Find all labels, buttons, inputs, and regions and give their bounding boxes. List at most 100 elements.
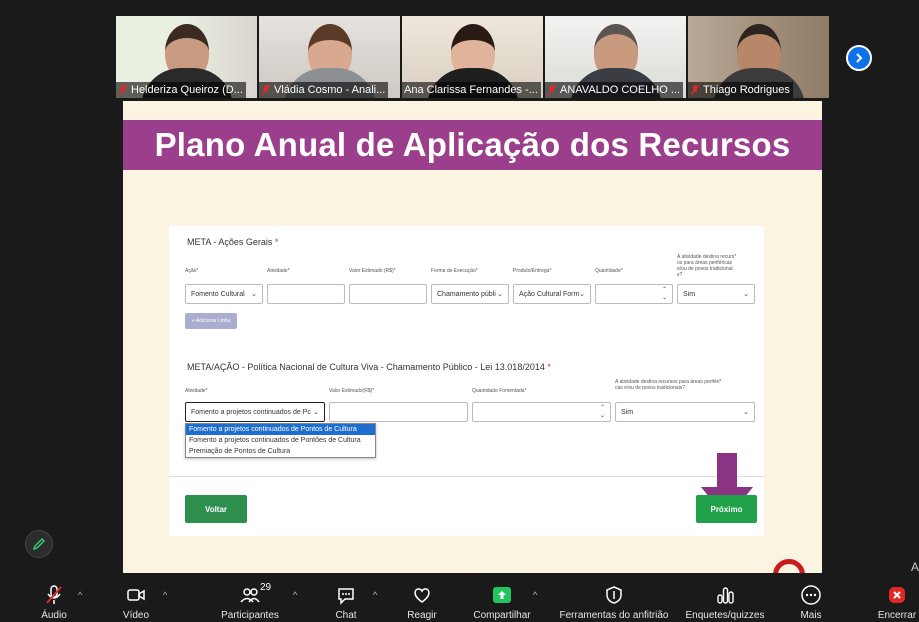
share-screen-button[interactable]: Compartilhar	[470, 578, 534, 622]
chat-button[interactable]: Chat	[328, 578, 364, 622]
section-meta-acoes-gerais-title: META - Ações Gerais *	[187, 237, 279, 247]
slide-title-bar: Plano Anual de Aplicação dos Recursos	[123, 120, 822, 170]
section-cultura-viva-title: META/AÇÃO - Política Nacional de Cultura…	[187, 362, 551, 372]
video-label: Vídeo	[122, 610, 150, 621]
label-produto-entrega: Produto/Entrega*	[513, 268, 552, 274]
dropdown-option[interactable]: Fomento a projetos continuados de Pontos…	[186, 424, 375, 435]
more-dots-icon	[801, 585, 821, 605]
participant-tile-active-speaker[interactable]: Ana Clarissa Fernandes -...	[402, 16, 543, 98]
chevron-down-icon: ⌄	[251, 291, 257, 298]
participant-name: Ana Clarissa Fernandes -...	[404, 84, 538, 96]
mic-muted-icon	[690, 84, 700, 95]
chat-label: Chat	[335, 610, 357, 621]
label-atividade-2: Atividade*	[185, 388, 208, 394]
participant-tile[interactable]: Thiago Rodrigues	[688, 16, 829, 98]
atividade-select-open[interactable]: Fomento a projetos continuados de Pc ⌄	[185, 402, 325, 422]
participant-name: ANAVALDO COELHO ...	[560, 84, 681, 96]
dropdown-option[interactable]: Premiação de Pontos de Cultura	[186, 446, 375, 457]
destina-recursos-select[interactable]: Sim ⌄	[677, 284, 755, 304]
annotate-button[interactable]	[25, 530, 53, 558]
participants-options-caret-icon[interactable]: ^	[293, 590, 297, 600]
label-valor-estimado: Valor Estimado (R$)*	[349, 268, 396, 274]
chevron-down-icon: ⌄	[497, 291, 503, 298]
slide-title: Plano Anual de Aplicação dos Recursos	[154, 126, 791, 163]
share-label: Compartilhar	[473, 610, 531, 621]
chevron-down-icon: ⌄	[579, 291, 585, 298]
mic-muted-icon	[261, 84, 271, 95]
quantidade-stepper[interactable]: ⌃ ⌄	[595, 284, 673, 304]
label-forma-execucao: Forma de Execução*	[431, 268, 478, 274]
microphone-muted-icon	[46, 585, 62, 604]
participants-icon	[240, 588, 260, 603]
participant-name-bar: Thiago Rodrigues	[688, 82, 793, 98]
meeting-window: { "participants": [ {"name": "Helderiza …	[0, 0, 919, 622]
host-tools-button[interactable]: Ferramentas do anfitrião	[553, 578, 675, 622]
more-button[interactable]: Mais	[795, 578, 827, 622]
poll-chart-icon	[717, 587, 734, 604]
end-label: Encerrar	[877, 610, 917, 621]
add-line-button[interactable]: + Adicionar Linha	[185, 313, 237, 329]
destina-recursos-select-2[interactable]: Sim ⌄	[615, 402, 755, 422]
participant-name-bar: Helderiza Queiroz (D...	[116, 82, 246, 98]
back-button[interactable]: Voltar	[185, 495, 247, 523]
chat-bubble-icon	[338, 588, 354, 605]
video-camera-icon	[127, 589, 145, 601]
produto-entrega-select[interactable]: Ação Cultural Form ⌄	[513, 284, 591, 304]
quantidade-fomentada-stepper[interactable]: ⌃ ⌄	[472, 402, 611, 422]
stepper-arrows-icon: ⌃ ⌄	[661, 287, 667, 301]
participant-name-bar: ANAVALDO COELHO ...	[545, 82, 684, 98]
form-card: META - Ações Gerais * Ação* Atividade* V…	[169, 226, 764, 536]
label-destina-recursos-2: A atividade destina recursos para áreas …	[615, 379, 722, 391]
shield-icon	[606, 586, 622, 604]
participant-tile[interactable]: Vládia Cosmo - Anali...	[259, 16, 400, 98]
participant-tile[interactable]: ANAVALDO COELHO ...	[545, 16, 686, 98]
label-quantidade: Quantidade*	[595, 268, 623, 274]
acao-select[interactable]: Fomento Cultural ⌄	[185, 284, 263, 304]
audio-button[interactable]: Áudio	[34, 578, 74, 622]
video-button[interactable]: Vídeo	[116, 578, 156, 622]
stepper-arrows-icon: ⌃ ⌄	[599, 405, 605, 419]
mic-muted-icon	[118, 84, 128, 95]
participant-name: Helderiza Queiroz (D...	[131, 84, 243, 96]
label-atividade: Atividade*	[267, 268, 290, 274]
label-quantidade-fomentada: Quantidade Fomentada*	[472, 388, 527, 394]
host-tools-label: Ferramentas do anfitrião	[559, 610, 669, 621]
react-label: Reagir	[407, 610, 437, 621]
valor-estimado-input-2[interactable]	[329, 402, 468, 422]
valor-estimado-input[interactable]	[349, 284, 427, 304]
chevron-down-icon: ⌄	[313, 409, 319, 416]
next-participants-page-button[interactable]	[846, 45, 872, 71]
chevron-down-icon: ⌄	[743, 409, 749, 416]
audio-options-caret-icon[interactable]: ^	[78, 590, 82, 600]
heart-icon	[414, 588, 430, 603]
share-options-caret-icon[interactable]: ^	[533, 590, 537, 600]
atividade-dropdown-list: Fomento a projetos continuados de Pontos…	[185, 423, 376, 458]
red-circle-annotation	[773, 559, 805, 573]
participants-button[interactable]: 29 Participantes	[215, 578, 285, 622]
atividade-input[interactable]	[267, 284, 345, 304]
divider	[169, 476, 764, 477]
share-screen-icon	[493, 587, 511, 603]
meeting-toolbar: Áudio ^ Vídeo ^ 29 Participantes ^ Chat …	[0, 578, 919, 622]
chevron-down-icon: ⌄	[743, 291, 749, 298]
audio-label: Áudio	[41, 610, 67, 621]
pencil-icon	[32, 538, 45, 551]
video-options-caret-icon[interactable]: ^	[163, 590, 167, 600]
chat-options-caret-icon[interactable]: ^	[373, 590, 377, 600]
react-button[interactable]: Reagir	[403, 578, 441, 622]
polls-label: Enquetes/quizzes	[685, 610, 765, 621]
end-meeting-button[interactable]: Encerrar	[875, 578, 919, 622]
next-button[interactable]: Próximo	[696, 495, 757, 523]
dropdown-option[interactable]: Fomento a projetos continuados de Pontõe…	[186, 435, 375, 446]
participants-label: Participantes	[221, 610, 279, 621]
shared-screen-slide: Plano Anual de Aplicação dos Recursos ME…	[123, 101, 822, 573]
mic-muted-icon	[547, 84, 557, 95]
side-text: A	[910, 560, 919, 574]
forma-execucao-select[interactable]: Chamamento públi ⌄	[431, 284, 509, 304]
polls-button[interactable]: Enquetes/quizzes	[681, 578, 769, 622]
label-valor-estimado-2: Valor Estimado(R$)*	[329, 388, 375, 394]
more-label: Mais	[800, 610, 822, 621]
label-destina-recursos: A atividade destina recurs* os para área…	[677, 254, 737, 278]
participant-tile[interactable]: Helderiza Queiroz (D...	[116, 16, 257, 98]
participant-name-bar: Ana Clarissa Fernandes -...	[402, 82, 541, 98]
